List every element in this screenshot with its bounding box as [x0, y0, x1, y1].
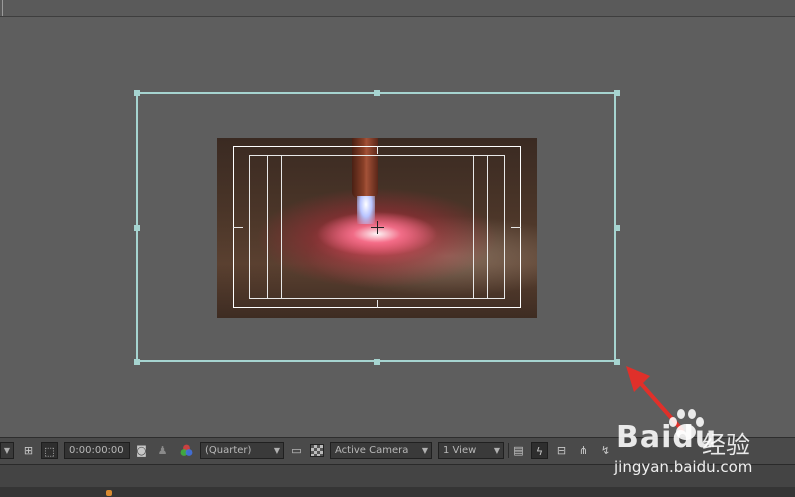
magnification-dropdown[interactable]: ▼	[0, 442, 14, 459]
lightning-icon[interactable]: ϟ	[531, 442, 548, 459]
handle-middle-right[interactable]	[614, 225, 620, 231]
rgb-circles-icon[interactable]	[178, 442, 195, 459]
chevron-down-icon: ▼	[273, 446, 280, 455]
handle-top-right[interactable]	[614, 90, 620, 96]
toolbar-separator	[508, 443, 509, 458]
region-icon[interactable]: ▭	[288, 442, 305, 459]
person-icon[interactable]: ♟	[154, 442, 171, 459]
resolution-dropdown[interactable]: (Quarter) ▼	[200, 442, 284, 459]
pixel-aspect-icon[interactable]: ▤	[510, 442, 527, 459]
chevron-down-icon: ▼	[421, 446, 428, 455]
handle-middle-left[interactable]	[134, 225, 140, 231]
handle-bottom-center[interactable]	[374, 359, 380, 365]
watermark-url: jingyan.baidu.com	[614, 458, 753, 476]
camera-icon[interactable]: ◙	[133, 442, 150, 459]
view-layout-value: 1 View	[443, 445, 477, 456]
camera-view-value: Active Camera	[335, 445, 409, 456]
layer-bounding-box[interactable]	[136, 92, 616, 362]
timeline-icon[interactable]: ⊟	[553, 442, 570, 459]
checkerboard-icon[interactable]	[310, 444, 324, 457]
panel-tab-bar	[0, 0, 795, 17]
playhead-marker[interactable]	[106, 490, 112, 496]
toggle-guides-icon[interactable]: ⊞	[20, 442, 37, 459]
chevron-down-icon: ▼	[493, 446, 500, 455]
panel-edge	[2, 0, 3, 16]
baidu-watermark: Baidu 经验 jingyan.baidu.com	[610, 408, 795, 488]
timecode-field[interactable]: 0:00:00:00	[64, 442, 130, 459]
mask-visibility-icon[interactable]: ⬚	[41, 442, 58, 459]
chevron-down-icon: ▼	[3, 446, 10, 455]
view-layout-dropdown[interactable]: 1 View ▼	[438, 442, 504, 459]
camera-view-dropdown[interactable]: Active Camera ▼	[330, 442, 432, 459]
handle-top-center[interactable]	[374, 90, 380, 96]
resolution-value: (Quarter)	[205, 445, 252, 456]
watermark-brand-cn: 经验	[702, 431, 750, 459]
flowchart-icon[interactable]: ⋔	[575, 442, 592, 459]
handle-top-left[interactable]	[134, 90, 140, 96]
handle-bottom-left[interactable]	[134, 359, 140, 365]
